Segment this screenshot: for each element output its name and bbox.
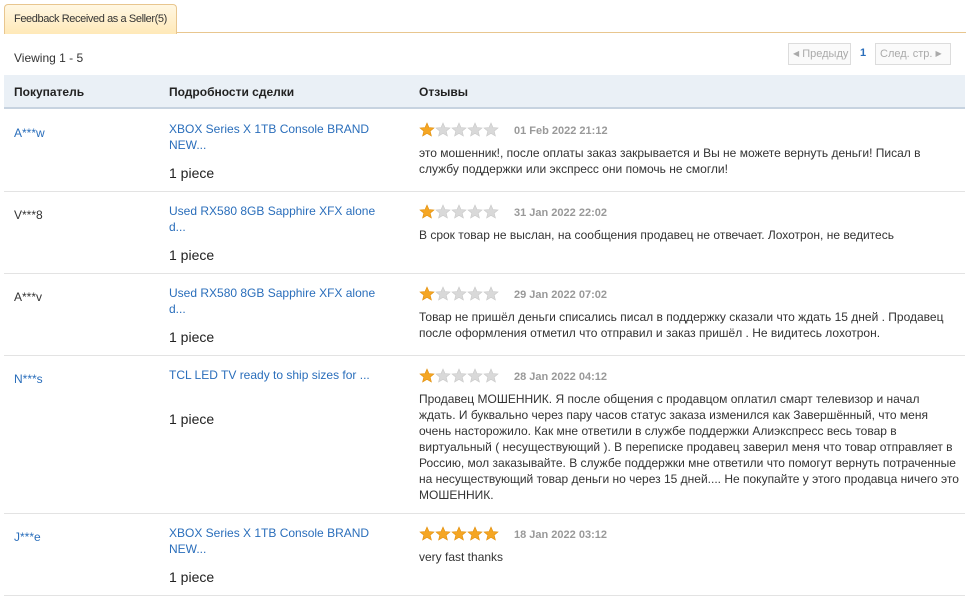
- star-filled-icon: [419, 286, 435, 301]
- review-date: 29 Jan 2022 07:02: [514, 289, 607, 301]
- product-link[interactable]: XBOX Series X 1TB Console BRAND NEW...: [169, 525, 391, 557]
- star-rating: [419, 286, 499, 301]
- star-empty-icon: [467, 286, 483, 301]
- table-row: A***w XBOX Series X 1TB Console BRAND NE…: [4, 110, 965, 192]
- chevron-right-icon: ▶: [935, 49, 942, 58]
- star-empty-icon: [483, 286, 499, 301]
- review-date: 28 Jan 2022 04:12: [514, 371, 607, 383]
- review-date: 18 Jan 2022 03:12: [514, 529, 607, 541]
- star-filled-icon: [419, 526, 435, 541]
- star-empty-icon: [435, 122, 451, 137]
- column-details: Подробности сделки: [169, 85, 295, 99]
- buyer-name[interactable]: V***8: [14, 208, 43, 222]
- product-link[interactable]: Used RX580 8GB Sapphire XFX alone d...: [169, 203, 391, 235]
- star-filled-icon: [435, 526, 451, 541]
- star-filled-icon: [467, 526, 483, 541]
- star-rating: [419, 204, 499, 219]
- star-empty-icon: [435, 286, 451, 301]
- star-empty-icon: [435, 204, 451, 219]
- buyer-name[interactable]: N***s: [14, 372, 43, 386]
- star-rating: [419, 368, 499, 383]
- review-comment: это мошенник!, после оплаты заказ закрыв…: [419, 146, 921, 176]
- star-empty-icon: [483, 122, 499, 137]
- star-empty-icon: [467, 368, 483, 383]
- review-comment: Товар не пришёл деньги списались писал в…: [419, 310, 944, 340]
- viewing-range: Viewing 1 - 5: [14, 51, 84, 65]
- product-link[interactable]: XBOX Series X 1TB Console BRAND NEW...: [169, 121, 391, 153]
- star-filled-icon: [419, 204, 435, 219]
- quantity: 1 piece: [169, 329, 215, 345]
- current-page-number[interactable]: 1: [855, 43, 871, 63]
- tab-bar: Feedback Received as a Seller(5): [4, 4, 966, 34]
- buyer-name[interactable]: J***e: [14, 530, 41, 544]
- star-filled-icon: [451, 526, 467, 541]
- column-reviews: Отзывы: [419, 85, 469, 99]
- column-buyer: Покупатель: [14, 85, 85, 99]
- star-empty-icon: [483, 204, 499, 219]
- star-empty-icon: [483, 368, 499, 383]
- star-filled-icon: [419, 122, 435, 137]
- star-rating: [419, 526, 499, 541]
- prev-page-button[interactable]: ◀ Предыду щая: [788, 43, 851, 65]
- review-date: 01 Feb 2022 21:12: [514, 125, 608, 137]
- buyer-name[interactable]: A***v: [14, 290, 42, 304]
- next-page-label: След. стр.: [880, 48, 933, 60]
- prev-page-label: Предыду щая: [802, 48, 850, 60]
- quantity: 1 piece: [169, 247, 215, 263]
- star-empty-icon: [451, 286, 467, 301]
- table-row: V***8 Used RX580 8GB Sapphire XFX alone …: [4, 192, 965, 274]
- quantity: 1 piece: [169, 569, 215, 585]
- quantity: 1 piece: [169, 411, 215, 427]
- star-empty-icon: [451, 204, 467, 219]
- quantity: 1 piece: [169, 165, 215, 181]
- product-link[interactable]: Used RX580 8GB Sapphire XFX alone d...: [169, 285, 391, 317]
- review-date: 31 Jan 2022 22:02: [514, 207, 607, 219]
- product-link[interactable]: TCL LED TV ready to ship sizes for ...: [169, 367, 391, 383]
- star-filled-icon: [419, 368, 435, 383]
- star-empty-icon: [451, 122, 467, 137]
- table-row: A***v Used RX580 8GB Sapphire XFX alone …: [4, 274, 965, 356]
- star-empty-icon: [451, 368, 467, 383]
- review-comment: very fast thanks: [419, 550, 504, 564]
- tab-feedback-received[interactable]: Feedback Received as a Seller(5): [4, 4, 177, 34]
- star-empty-icon: [467, 122, 483, 137]
- chevron-left-icon: ◀: [793, 49, 800, 58]
- star-empty-icon: [467, 204, 483, 219]
- star-rating: [419, 122, 499, 137]
- table-row: N***s TCL LED TV ready to ship sizes for…: [4, 356, 965, 514]
- buyer-name[interactable]: A***w: [14, 126, 45, 140]
- review-comment: В срок товар не выслан, на сообщения про…: [419, 228, 894, 242]
- next-page-button[interactable]: След. стр. ▶: [875, 43, 951, 65]
- review-comment: Продавец МОШЕННИК. Я после общения с про…: [419, 392, 959, 502]
- table-header: Покупатель Подробности сделки Отзывы: [4, 75, 965, 109]
- star-filled-icon: [483, 526, 499, 541]
- table-row: J***e XBOX Series X 1TB Console BRAND NE…: [4, 514, 965, 596]
- star-empty-icon: [435, 368, 451, 383]
